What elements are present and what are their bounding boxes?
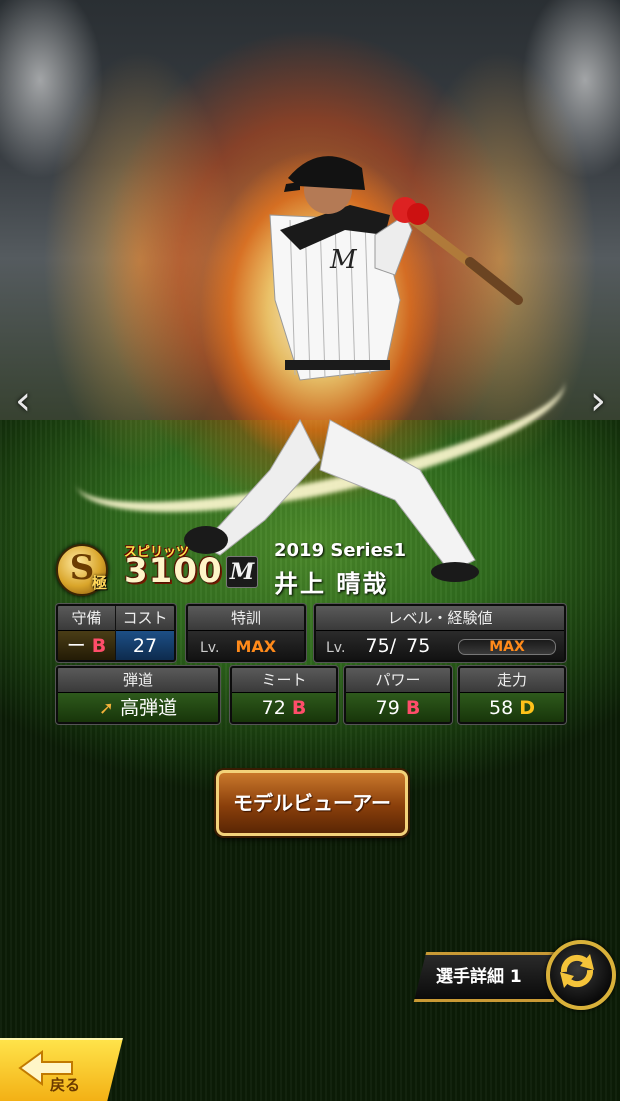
trajectory-label: 弾道: [58, 668, 218, 693]
next-player-arrow-icon[interactable]: ›: [583, 378, 613, 424]
defense-cell: 守備 ー B: [58, 606, 115, 660]
level-panel: レベル・経験値 Lv. 75/ 75 MAX: [314, 604, 566, 662]
back-label[interactable]: 戻る: [50, 1074, 80, 1095]
cost-value: 27: [116, 631, 174, 660]
model-viewer-button[interactable]: モデルビューアー: [216, 770, 408, 836]
contact-grade: B: [291, 697, 307, 719]
rank-sub-label: 極: [92, 574, 108, 592]
defense-value: ー: [66, 635, 86, 657]
training-value-box: Lv. MAX: [188, 631, 304, 660]
defense-value-box: ー B: [58, 631, 115, 660]
team-logo: M: [226, 556, 258, 588]
power-panel: パワー 79 B: [344, 666, 452, 724]
level-separator: /: [389, 635, 397, 657]
player-illustration: M: [184, 156, 523, 582]
power-value: 79: [375, 697, 400, 719]
exp-bar-label: MAX: [489, 639, 525, 655]
cost-label: コスト: [116, 606, 174, 631]
contact-label: ミート: [232, 668, 336, 693]
refresh-icon: [560, 954, 594, 988]
player-name: 井上 晴哉: [274, 570, 389, 598]
speed-value-box: 58 D: [460, 693, 564, 722]
defense-cost-panel: 守備 ー B コスト 27: [56, 604, 176, 662]
power-label: パワー: [346, 668, 450, 693]
series-label: 2019 Series1: [274, 540, 407, 561]
level-lv-prefix: Lv.: [326, 640, 346, 656]
training-value: MAX: [235, 637, 277, 656]
speed-value: 58: [488, 697, 514, 719]
contact-value-box: 72 B: [232, 693, 336, 722]
defense-grade: B: [91, 635, 107, 657]
contact-panel: ミート 72 B: [230, 666, 338, 724]
training-lv-prefix: Lv.: [200, 640, 220, 656]
cost-cell: コスト 27: [116, 606, 174, 660]
defense-label: 守備: [58, 606, 115, 631]
trajectory-arrow-icon: ➚: [98, 698, 115, 719]
power-value-box: 79 B: [346, 693, 450, 722]
trajectory-panel: 弾道 ➚ 高弾道: [56, 666, 220, 724]
training-panel: 特訓 Lv. MAX: [186, 604, 306, 662]
trajectory-value: 高弾道: [120, 697, 178, 719]
spirits-value: 3100: [124, 551, 223, 591]
power-grade: B: [405, 697, 421, 719]
player-card-screen: M ‹ › S 極 スピリッツ 3100 M 2019 Series1 井上 晴…: [0, 0, 620, 1101]
exp-bar: MAX: [458, 639, 556, 655]
svg-text:M: M: [329, 245, 358, 275]
refresh-button[interactable]: [546, 940, 616, 1010]
level-current: 75: [365, 635, 390, 657]
training-label: 特訓: [188, 606, 304, 631]
contact-value: 72: [261, 697, 286, 719]
trajectory-value-box: ➚ 高弾道: [58, 693, 218, 722]
speed-grade: D: [519, 697, 535, 719]
player-detail-label[interactable]: 選手詳細 1: [436, 962, 522, 987]
level-max: 75: [406, 635, 431, 657]
level-label: レベル・経験値: [316, 606, 564, 631]
previous-player-arrow-icon[interactable]: ‹: [8, 378, 38, 424]
speed-panel: 走力 58 D: [458, 666, 566, 724]
speed-label: 走力: [460, 668, 564, 693]
